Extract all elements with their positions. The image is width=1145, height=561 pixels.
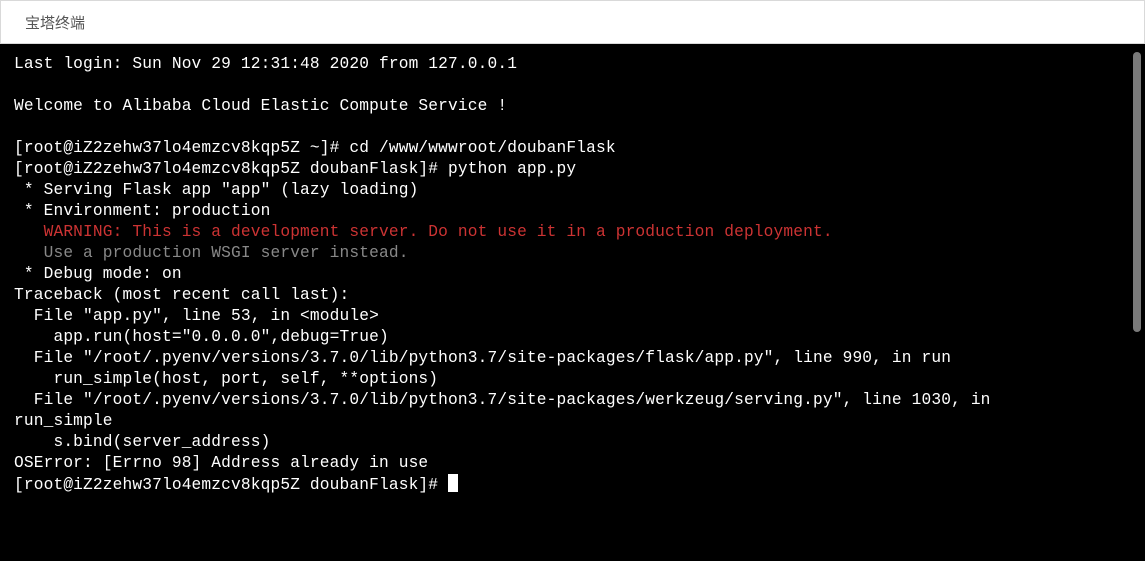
line-tb-file3: File "/root/.pyenv/versions/3.7.0/lib/py… [14, 391, 1000, 409]
line-cmd-python: [root@iZ2zehw37lo4emzcv8kqp5Z doubanFlas… [14, 160, 576, 178]
line-tb-code2: run_simple(host, port, self, **options) [14, 370, 438, 388]
line-cmd-cd: [root@iZ2zehw37lo4emzcv8kqp5Z ~]# cd /ww… [14, 139, 616, 157]
terminal-area[interactable]: Last login: Sun Nov 29 12:31:48 2020 fro… [0, 44, 1145, 561]
line-prompt[interactable]: [root@iZ2zehw37lo4emzcv8kqp5Z doubanFlas… [14, 476, 448, 494]
line-flask-hint: Use a production WSGI server instead. [14, 244, 409, 262]
line-flask-debug: * Debug mode: on [14, 265, 182, 283]
line-tb-file1: File "app.py", line 53, in <module> [14, 307, 379, 325]
line-flask-env: * Environment: production [14, 202, 270, 220]
line-tb-code3: s.bind(server_address) [14, 433, 270, 451]
terminal-modal: 宝塔终端 Last login: Sun Nov 29 12:31:48 202… [0, 0, 1145, 561]
line-welcome: Welcome to Alibaba Cloud Elastic Compute… [14, 97, 507, 115]
line-tb-file2: File "/root/.pyenv/versions/3.7.0/lib/py… [14, 349, 951, 367]
line-flask-warning: WARNING: This is a development server. D… [14, 223, 833, 241]
line-flask-serving: * Serving Flask app "app" (lazy loading) [14, 181, 418, 199]
line-tb-file3-wrap: run_simple [14, 412, 113, 430]
line-tb-code1: app.run(host="0.0.0.0",debug=True) [14, 328, 389, 346]
modal-header: 宝塔终端 [0, 0, 1145, 44]
modal-title: 宝塔终端 [25, 12, 85, 33]
terminal-output[interactable]: Last login: Sun Nov 29 12:31:48 2020 fro… [0, 44, 1145, 496]
line-traceback: Traceback (most recent call last): [14, 286, 349, 304]
line-oserror: OSError: [Errno 98] Address already in u… [14, 454, 428, 472]
cursor-icon [448, 474, 458, 492]
scrollbar-thumb[interactable] [1133, 52, 1141, 332]
line-last-login: Last login: Sun Nov 29 12:31:48 2020 fro… [14, 55, 517, 73]
